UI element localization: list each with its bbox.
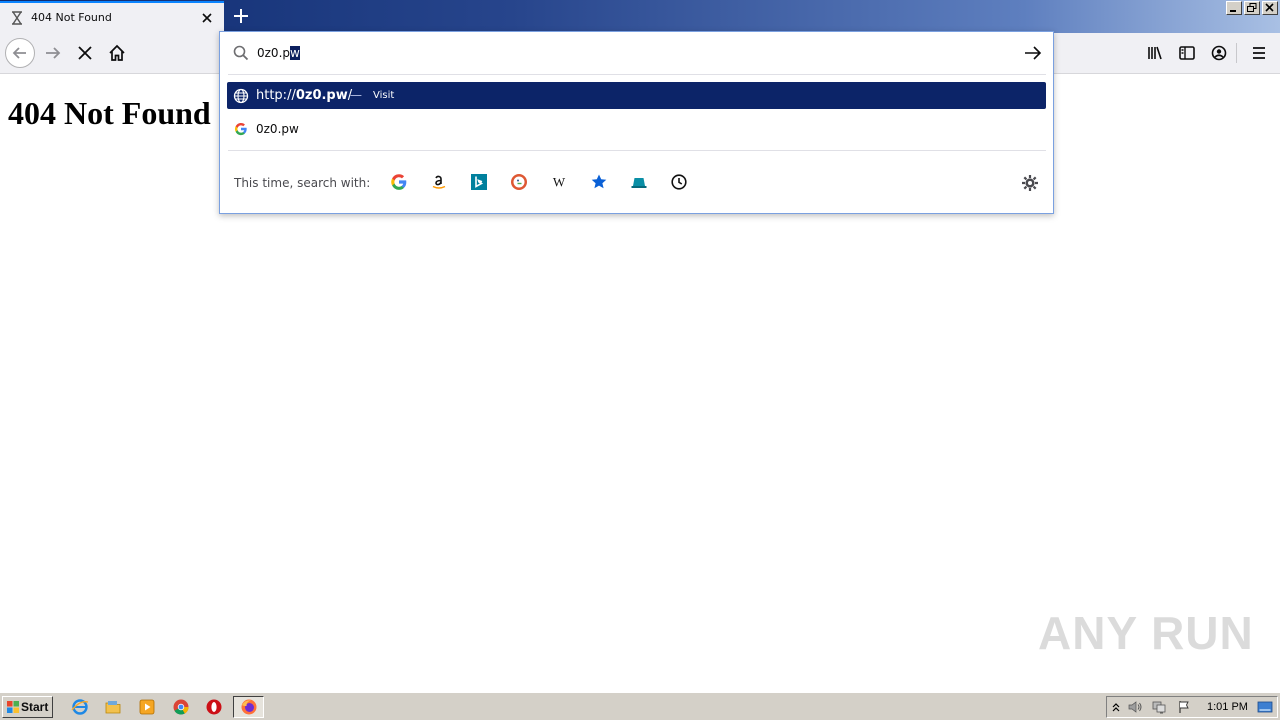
result-url: http://0z0.pw/	[256, 88, 353, 103]
account-icon[interactable]	[1204, 38, 1234, 68]
window-controls	[1226, 1, 1278, 15]
windows-taskbar: Start 1:01 PM	[0, 692, 1280, 720]
url-input-row[interactable]: 0z0.pw	[220, 32, 1053, 74]
search-icon	[233, 45, 249, 61]
close-window-button[interactable]	[1262, 1, 1278, 15]
chevron-up-icon[interactable]	[1111, 701, 1121, 713]
opera-icon[interactable]	[205, 698, 223, 716]
back-button[interactable]	[5, 38, 35, 68]
library-icon[interactable]	[1140, 38, 1170, 68]
home-button[interactable]	[102, 38, 132, 68]
taskbar-firefox-active[interactable]	[233, 696, 264, 718]
close-tab-icon[interactable]	[199, 10, 215, 26]
forward-button[interactable]	[38, 38, 68, 68]
file-explorer-icon[interactable]	[104, 698, 122, 716]
google-icon	[234, 122, 247, 136]
start-label: Start	[21, 700, 49, 714]
flag-icon[interactable]	[1177, 700, 1191, 714]
svg-text:W: W	[553, 175, 566, 190]
start-button[interactable]: Start	[2, 696, 53, 718]
go-arrow-icon[interactable]	[1023, 44, 1043, 62]
system-tray: 1:01 PM	[1106, 696, 1278, 718]
wikipedia-icon[interactable]: W	[550, 173, 568, 191]
home-icon	[109, 44, 125, 61]
bookmarks-icon[interactable]	[590, 173, 608, 191]
back-arrow-icon	[12, 47, 26, 59]
bing-icon[interactable]	[470, 173, 488, 191]
urlbar-popup: 0z0.pw http://0z0.pw/ — Visit 0z0.pw Thi…	[219, 31, 1054, 214]
url-selected-text: w	[290, 46, 300, 60]
result-search-text: 0z0.pw	[256, 122, 299, 136]
history-icon[interactable]	[670, 173, 688, 191]
url-typed-text: 0z0.p	[257, 46, 290, 60]
clock: 1:01 PM	[1207, 701, 1248, 713]
google-icon[interactable]	[390, 173, 408, 191]
chrome-icon[interactable]	[172, 698, 190, 716]
oneoff-label: This time, search with:	[234, 176, 371, 190]
result-visit-url[interactable]: http://0z0.pw/ — Visit	[227, 82, 1046, 109]
toolbar-right	[1140, 38, 1280, 68]
duckduckgo-icon[interactable]	[510, 173, 528, 191]
windows-logo-icon	[7, 701, 19, 713]
volume-icon[interactable]	[1127, 700, 1143, 714]
tabs-icon[interactable]	[630, 173, 648, 191]
restore-button[interactable]	[1244, 1, 1260, 15]
forward-arrow-icon	[46, 47, 61, 59]
internet-explorer-icon[interactable]	[71, 698, 89, 716]
minimize-button[interactable]	[1226, 1, 1242, 15]
firefox-icon	[241, 699, 257, 715]
result-separator: —	[350, 88, 362, 102]
hourglass-icon	[12, 11, 22, 25]
hamburger-menu-icon[interactable]	[1244, 38, 1274, 68]
new-tab-icon[interactable]	[231, 6, 251, 26]
tab-404-not-found[interactable]: 404 Not Found	[0, 1, 224, 33]
show-desktop-icon[interactable]	[1257, 700, 1273, 714]
divider	[228, 150, 1046, 151]
network-icon[interactable]	[1151, 699, 1167, 715]
tab-title: 404 Not Found	[31, 11, 112, 24]
result-action: Visit	[373, 90, 395, 101]
media-player-icon[interactable]	[138, 698, 156, 716]
toolbar-separator	[1236, 43, 1237, 63]
result-google-search[interactable]: 0z0.pw	[227, 116, 1046, 143]
gear-icon[interactable]	[1020, 173, 1040, 193]
stop-icon	[78, 46, 92, 60]
url-input[interactable]: 0z0.pw	[257, 46, 300, 60]
sidebar-icon[interactable]	[1172, 38, 1202, 68]
globe-icon	[233, 88, 249, 104]
tab-strip: 404 Not Found	[0, 0, 1280, 33]
stop-loading-button[interactable]	[70, 38, 100, 68]
anyrun-watermark: ANY RUN	[1038, 607, 1254, 659]
amazon-icon[interactable]	[430, 173, 448, 191]
divider	[228, 74, 1046, 75]
page-heading: 404 Not Found	[8, 95, 211, 131]
